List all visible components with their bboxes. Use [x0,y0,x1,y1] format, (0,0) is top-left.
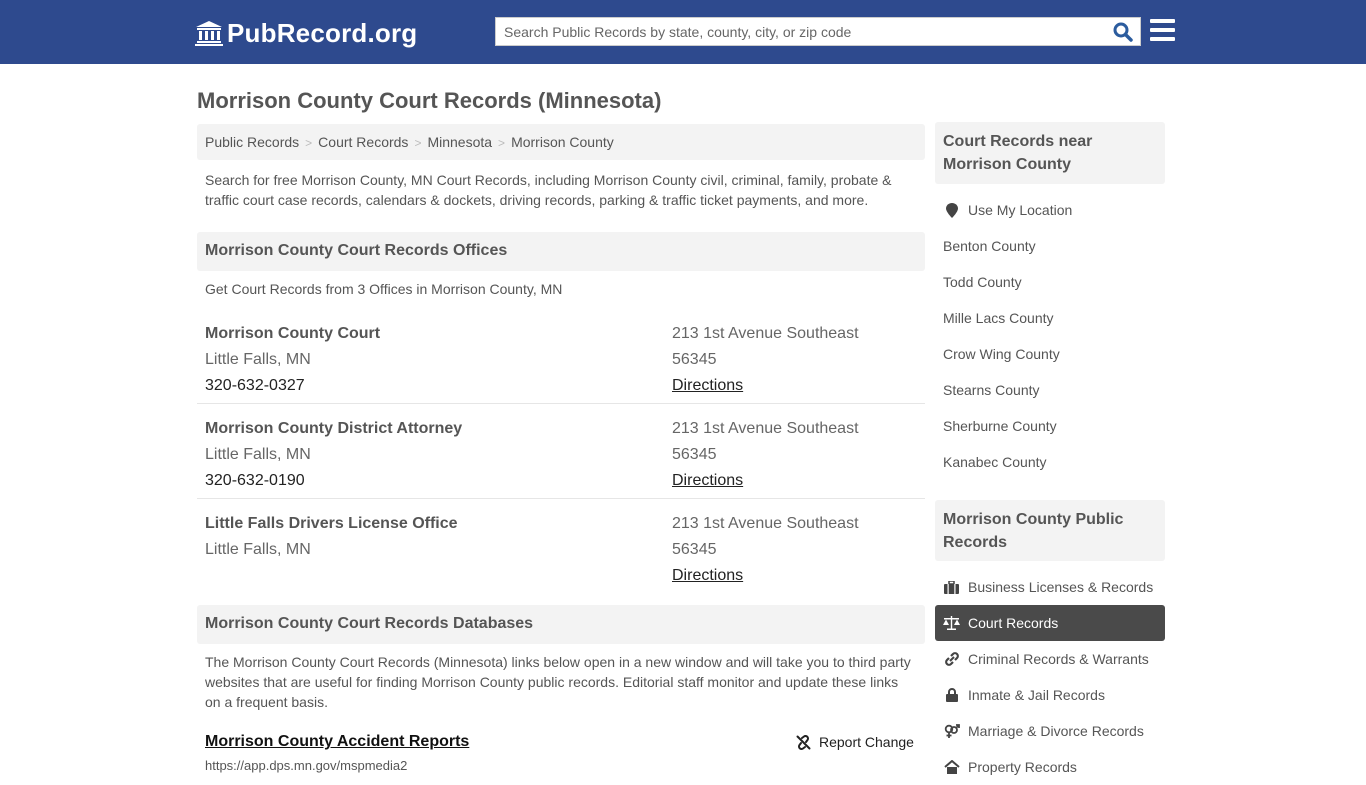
hamburger-menu-icon[interactable] [1150,19,1175,42]
report-change-button[interactable]: Report Change [796,734,914,750]
sidebar-item-property-records[interactable]: Property Records [935,749,1165,785]
briefcase-icon [943,579,960,595]
nearby-county-link[interactable]: Crow Wing County [935,336,1165,372]
databases-heading: Morrison County Court Records Databases [197,605,925,644]
page-intro: Search for free Morrison County, MN Cour… [205,172,892,208]
breadcrumb-separator: > [414,136,422,150]
search-input[interactable] [496,18,1106,45]
directions-link[interactable]: Directions [672,377,743,395]
search-box [495,17,1141,46]
sidebar-item-business-licenses[interactable]: Business Licenses & Records [935,569,1165,605]
directions-link[interactable]: Directions [672,567,743,585]
office-address: 213 1st Avenue Southeast [672,325,859,342]
office-item: Morrison County District Attorney Little… [197,404,925,499]
offices-subnote: Get Court Records from 3 Offices in Morr… [205,281,563,297]
directions-link[interactable]: Directions [672,472,743,490]
office-name: Morrison County District Attorney [205,420,463,437]
public-records-heading: Morrison County Public Records [935,500,1165,561]
nearby-county-link[interactable]: Sherburne County [935,408,1165,444]
breadcrumb-morrison-county[interactable]: Morrison County [511,134,614,150]
sidebar-item-label: Property Records [968,759,1077,775]
breadcrumb-court-records[interactable]: Court Records [318,134,408,150]
office-zip: 56345 [672,351,717,368]
database-link-title[interactable]: Morrison County Accident Reports [205,733,469,751]
office-city: Little Falls, MN [205,541,311,558]
office-address: 213 1st Avenue Southeast [672,515,859,532]
office-city: Little Falls, MN [205,351,311,368]
database-link-url: https://app.dps.mn.gov/mspmedia2 [205,758,408,773]
home-icon [943,759,960,775]
office-name: Little Falls Drivers License Office [205,515,458,532]
office-zip: 56345 [672,446,717,463]
map-marker-icon [943,202,960,218]
courthouse-icon [195,21,223,46]
sidebar-item-label: Business Licenses & Records [968,579,1154,595]
nearby-county-link[interactable]: Todd County [935,264,1165,300]
sidebar-item-label: Criminal Records & Warrants [968,651,1149,667]
report-change-label: Report Change [819,734,914,750]
breadcrumb-public-records[interactable]: Public Records [205,134,299,150]
scales-icon [943,615,960,631]
office-address: 213 1st Avenue Southeast [672,420,859,437]
nearby-county-link[interactable]: Stearns County [935,372,1165,408]
page-title: Morrison County Court Records (Minnesota… [197,88,662,113]
nearby-county-link[interactable]: Benton County [935,228,1165,264]
use-my-location-link[interactable]: Use My Location [935,192,1165,228]
site-logo[interactable]: PubRecord.org [195,16,417,50]
lock-icon [943,687,960,703]
nearby-county-link[interactable]: Mille Lacs County [935,300,1165,336]
office-phone[interactable]: 320-632-0190 [205,472,305,490]
search-icon[interactable] [1112,21,1134,43]
databases-intro: The Morrison County Court Records (Minne… [205,654,911,710]
sidebar-item-criminal-records[interactable]: Criminal Records & Warrants [935,641,1165,677]
breadcrumb: Public Records > Court Records > Minnesota > M… [197,124,925,160]
breadcrumb-separator: > [498,136,506,150]
sidebar-item-label: Court Records [968,615,1059,631]
breadcrumb-separator: > [305,136,313,150]
top-navbar: PubRecord.org [0,0,1366,64]
breadcrumb-minnesota[interactable]: Minnesota [427,134,492,150]
nearby-county-link[interactable]: Kanabec County [935,444,1165,480]
office-zip: 56345 [672,541,717,558]
office-phone[interactable]: 320-632-0327 [205,377,305,395]
use-my-location-label: Use My Location [968,202,1073,218]
link-icon [943,651,960,667]
logo-text: PubRecord.org [227,17,418,48]
office-city: Little Falls, MN [205,446,311,463]
offices-heading: Morrison County Court Records Offices [197,232,925,271]
office-name: Morrison County Court [205,325,381,342]
sidebar-item-label: Marriage & Divorce Records [968,723,1144,739]
sidebar-item-label: Inmate & Jail Records [968,687,1105,703]
sidebar-item-court-records[interactable]: Court Records [935,605,1165,641]
gender-icon [943,723,960,739]
nearby-heading: Court Records near Morrison County [935,122,1165,184]
sidebar-item-inmate-records[interactable]: Inmate & Jail Records [935,677,1165,713]
sidebar-item-marriage-records[interactable]: Marriage & Divorce Records [935,713,1165,749]
office-item: Little Falls Drivers License Office Litt… [197,499,925,594]
broken-link-icon [796,734,811,750]
office-item: Morrison County Court Little Falls, MN 3… [197,309,925,404]
